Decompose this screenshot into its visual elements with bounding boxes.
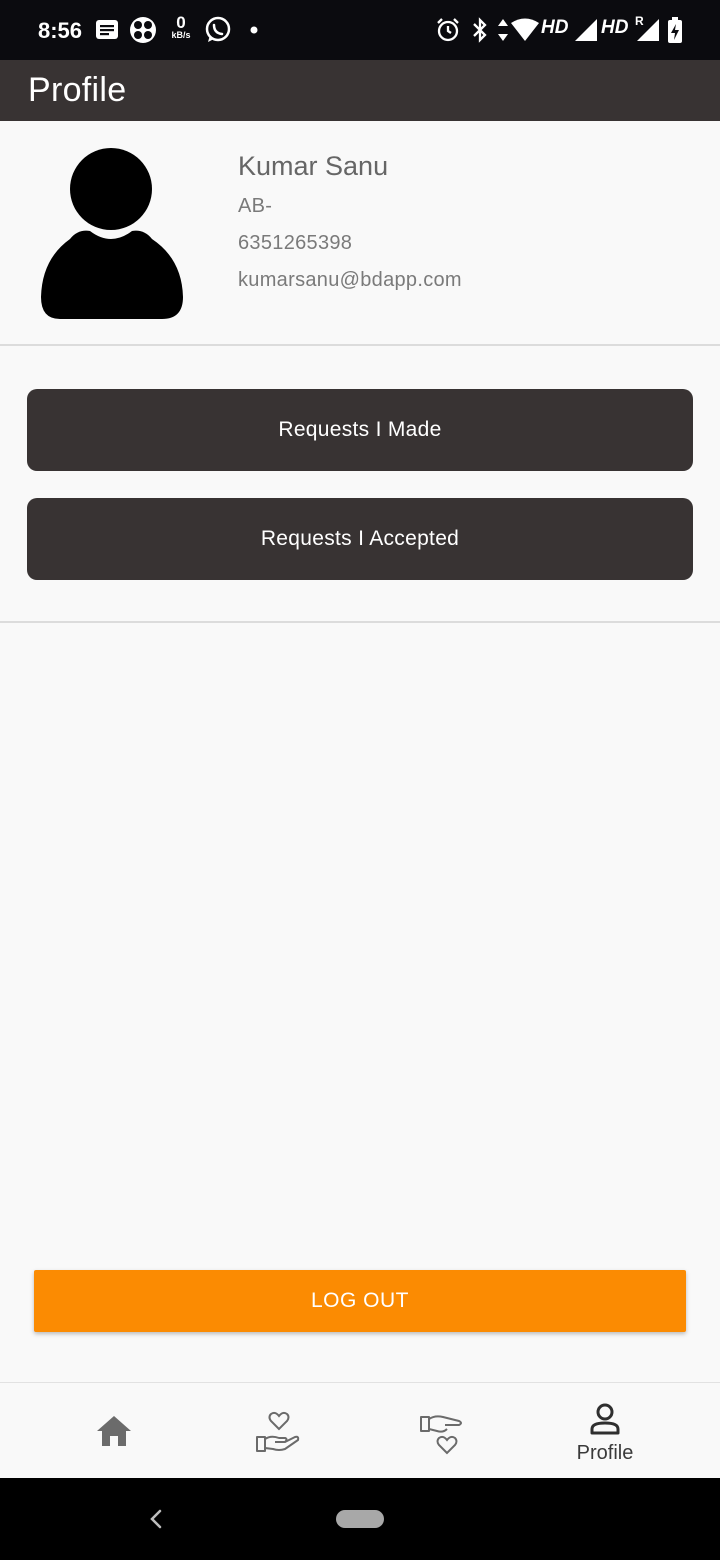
back-icon[interactable] bbox=[148, 1508, 164, 1530]
page-title: Profile bbox=[28, 71, 127, 109]
status-bar: 8:56 0 kB/s HD HD R bbox=[0, 0, 720, 60]
battery-charging-icon bbox=[668, 17, 682, 43]
give-heart-icon bbox=[420, 1415, 462, 1455]
home-icon bbox=[97, 1416, 131, 1446]
signal-icon bbox=[637, 19, 659, 41]
logout-button[interactable]: LOG OUT bbox=[34, 1270, 686, 1332]
nav-label-profile: Profile bbox=[576, 1442, 634, 1464]
blood-group: AB- bbox=[238, 195, 273, 217]
requests-accepted-button[interactable]: Requests I Accepted bbox=[27, 498, 693, 580]
bottom-nav: Profile bbox=[0, 1382, 720, 1478]
net-speed-unit: kB/s bbox=[171, 30, 191, 40]
phone-number: 6351265398 bbox=[238, 232, 353, 254]
user-name: Kumar Sanu bbox=[238, 151, 389, 181]
signal-icon bbox=[575, 19, 597, 41]
whatsapp-icon bbox=[205, 16, 231, 42]
net-speed: 0 kB/s bbox=[168, 14, 194, 40]
profile-card: Kumar Sanu AB- 6351265398 kumarsanu@bdap… bbox=[0, 121, 720, 346]
wifi-icon bbox=[511, 18, 539, 41]
message-icon bbox=[96, 20, 118, 39]
dot-icon bbox=[250, 26, 258, 34]
app-bar: Profile bbox=[0, 60, 720, 121]
net-speed-value: 0 bbox=[176, 13, 186, 32]
alarm-icon bbox=[437, 18, 459, 42]
person-icon bbox=[590, 1403, 620, 1435]
nav-item-request[interactable] bbox=[187, 1383, 367, 1479]
nav-item-donate[interactable] bbox=[351, 1383, 531, 1479]
hand-heart-icon bbox=[256, 1411, 300, 1452]
hd-label: HD bbox=[541, 17, 569, 38]
data-arrows-icon bbox=[498, 19, 508, 41]
email: kumarsanu@bdapp.com bbox=[238, 269, 462, 291]
requests-made-button[interactable]: Requests I Made bbox=[27, 389, 693, 471]
system-nav-bar bbox=[0, 1478, 720, 1560]
nav-item-home[interactable] bbox=[23, 1383, 203, 1479]
person-avatar-icon bbox=[41, 148, 183, 319]
status-time: 8:56 bbox=[38, 18, 83, 43]
bluetooth-icon bbox=[473, 17, 487, 43]
divider bbox=[0, 621, 720, 623]
fan-icon bbox=[130, 17, 156, 43]
home-pill[interactable] bbox=[336, 1510, 384, 1528]
nav-item-profile[interactable]: Profile bbox=[515, 1383, 695, 1479]
hd-label: HD bbox=[601, 17, 629, 38]
